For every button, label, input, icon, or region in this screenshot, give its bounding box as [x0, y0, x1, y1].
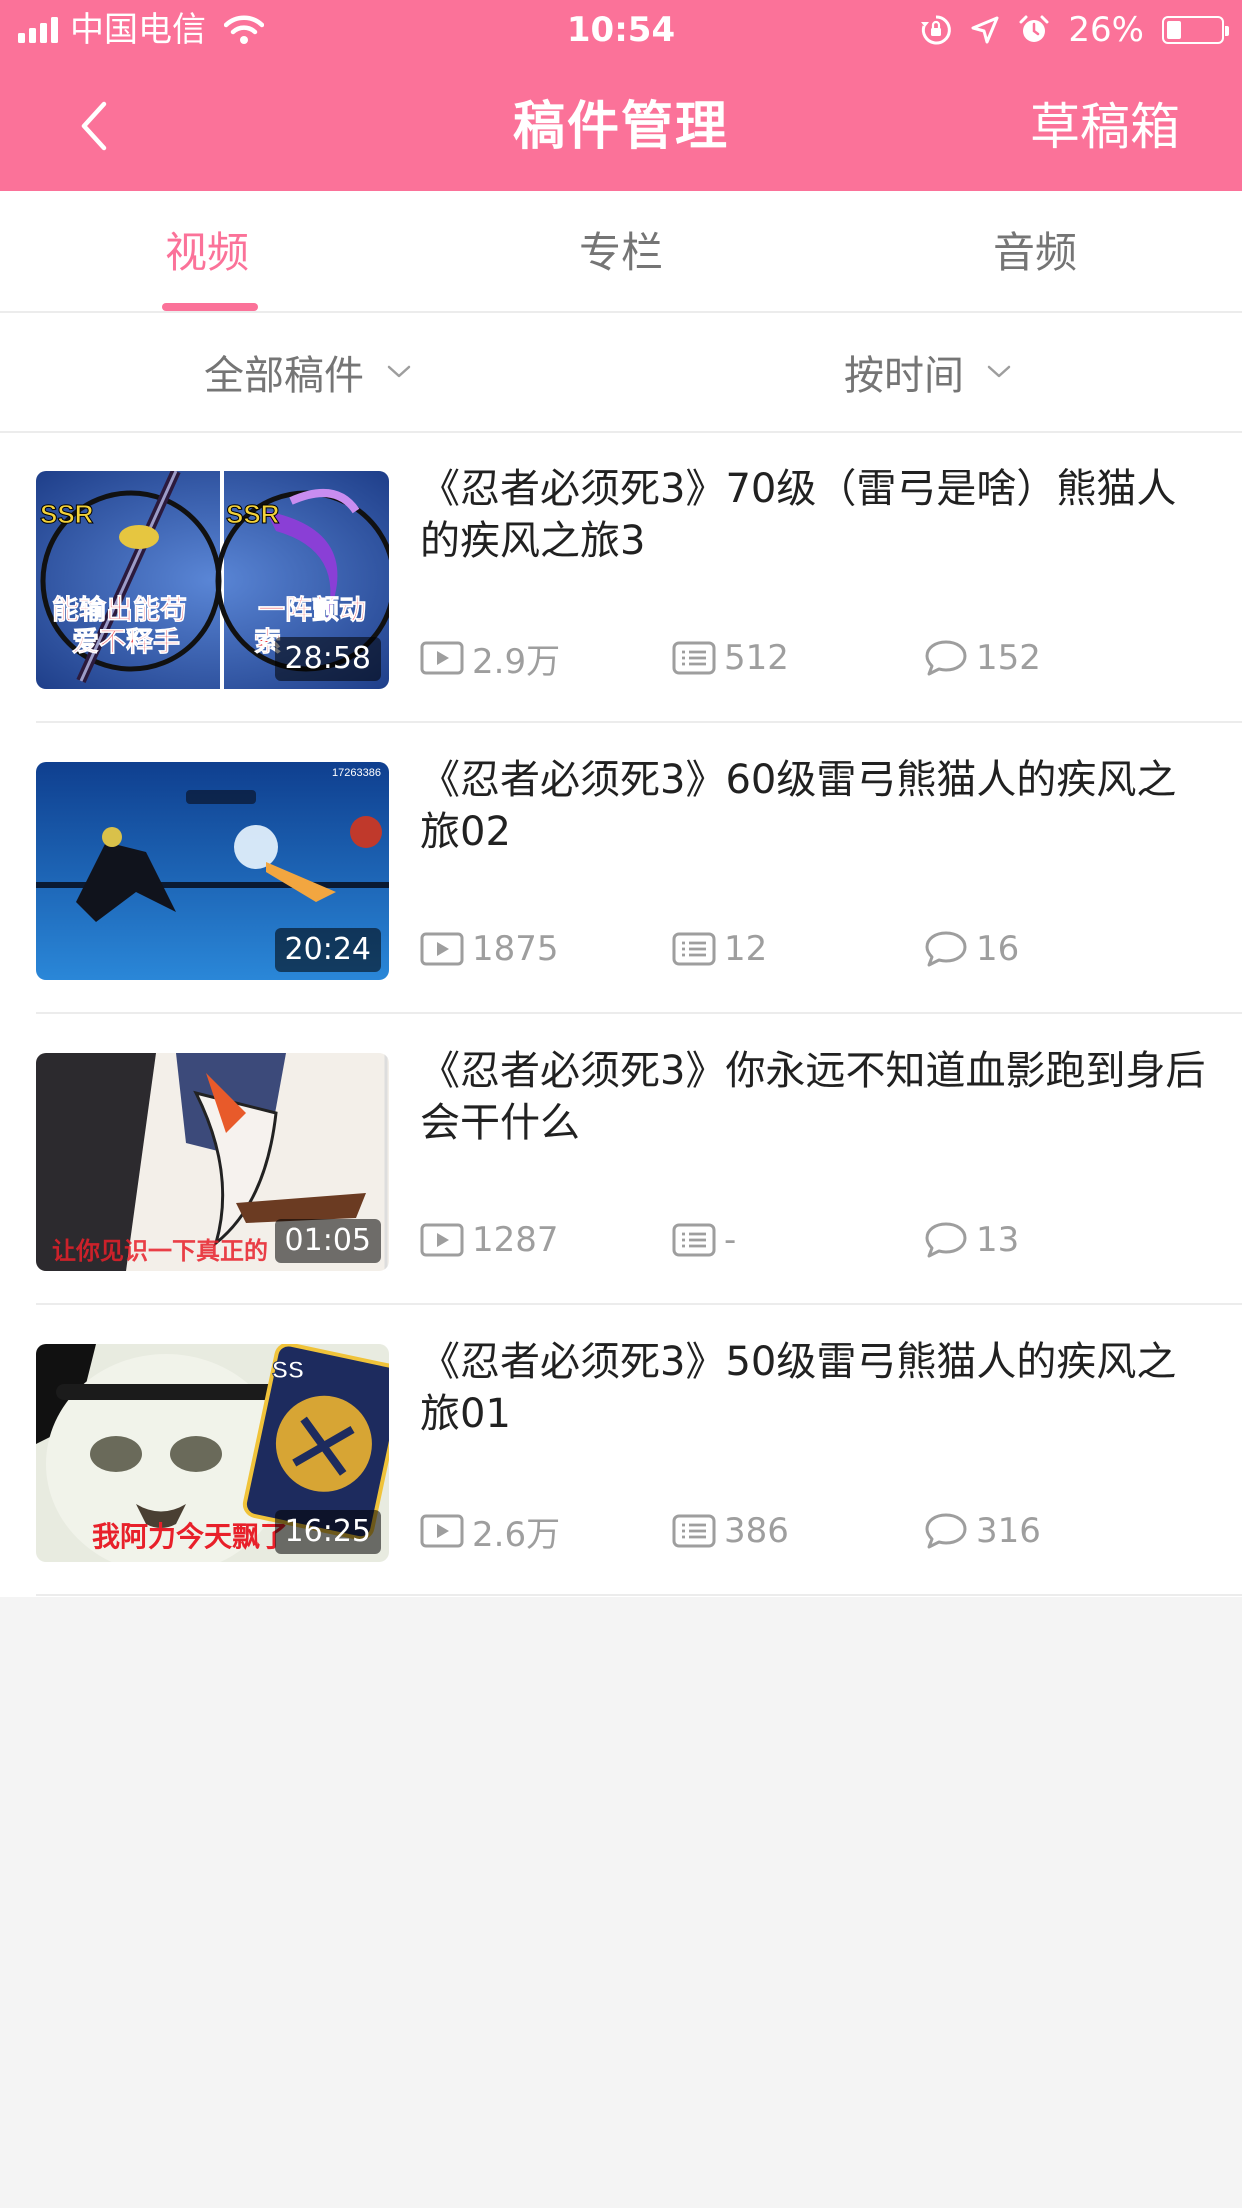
danmaku-stat: -	[672, 1215, 736, 1265]
comments-stat: 316	[924, 1506, 1041, 1556]
views-stat: 2.9万	[420, 633, 560, 683]
list-divider	[36, 721, 1242, 723]
danmaku-icon	[672, 1514, 716, 1548]
comment-icon	[925, 1513, 967, 1549]
video-title[interactable]: 《忍者必须死3》70级（雷弓是啥）熊猫人的疾风之旅3	[420, 463, 1210, 567]
play-count-icon	[420, 1514, 464, 1548]
video-title[interactable]: 《忍者必须死3》50级雷弓熊猫人的疾风之旅01	[420, 1336, 1210, 1440]
video-title[interactable]: 《忍者必须死3》60级雷弓熊猫人的疾风之旅02	[420, 754, 1210, 858]
video-title[interactable]: 《忍者必须死3》你永远不知道血影跑到身后会干什么	[420, 1045, 1210, 1149]
danmaku-icon	[672, 932, 716, 966]
video-duration: 01:05	[274, 1219, 381, 1263]
sort-filter-label: 按时间	[844, 353, 964, 399]
views-stat: 1287	[420, 1215, 559, 1265]
list-divider	[36, 1594, 1242, 1596]
danmaku-count: -	[724, 1220, 737, 1260]
danmaku-stat: 12	[672, 924, 767, 974]
video-list: SSR SSR 能输出能苟 爱不释手 一阵颤动 索 28:58 《忍者必须死3》…	[0, 433, 1242, 1597]
thumb-badge: SSR	[226, 499, 280, 529]
video-duration: 16:25	[274, 1510, 381, 1554]
play-count-icon	[420, 641, 464, 675]
content-type-tabs: 视频 专栏 音频	[0, 191, 1242, 313]
danmaku-icon	[672, 1223, 716, 1257]
tab-column[interactable]: 专栏	[414, 191, 828, 311]
thumb-caption: 爱不释手	[72, 627, 180, 658]
battery-icon	[1162, 16, 1229, 44]
chevron-down-icon	[387, 365, 411, 378]
drafts-button[interactable]: 草稿箱	[1030, 92, 1180, 162]
video-list-item[interactable]: SS 我阿力今天飘了 16:25 《忍者必须死3》50级雷弓熊猫人的疾风之旅01…	[0, 1306, 1242, 1596]
danmaku-count: 512	[724, 638, 789, 678]
status-right: 26%	[920, 6, 1229, 54]
thumb-caption: 17263386	[332, 767, 381, 779]
location-arrow-icon	[971, 16, 999, 44]
thumb-badge: SSR	[40, 499, 94, 529]
views-stat: 1875	[420, 924, 559, 974]
views-count: 2.6万	[472, 1514, 561, 1555]
scope-filter-label: 全部稿件	[204, 353, 364, 399]
filter-bar: 全部稿件 按时间	[0, 313, 1242, 433]
video-duration: 28:58	[274, 637, 381, 681]
thumb-caption: 我阿力今天飘了	[92, 1520, 288, 1553]
sort-filter-dropdown[interactable]: 按时间	[844, 313, 1012, 431]
thumb-caption: 一阵颤动	[258, 594, 366, 626]
app-header: 中国电信 10:54 26% 稿件管理 草稿箱	[0, 0, 1242, 191]
danmaku-count: 12	[724, 929, 768, 969]
video-thumbnail[interactable]: SS 我阿力今天飘了 16:25	[36, 1344, 389, 1562]
video-duration: 20:24	[274, 928, 381, 972]
video-list-item[interactable]: 让你见识一下真正的 01:05 《忍者必须死3》你永远不知道血影跑到身后会干什么…	[0, 1015, 1242, 1305]
orientation-lock-icon	[921, 15, 952, 45]
video-thumbnail[interactable]: 17263386 20:24	[36, 762, 389, 980]
list-divider	[36, 1303, 1242, 1305]
comments-count: 152	[976, 638, 1041, 678]
alarm-icon	[1019, 15, 1049, 42]
danmaku-icon	[672, 641, 716, 675]
comment-icon	[925, 931, 967, 967]
views-count: 2.9万	[472, 641, 561, 682]
list-divider	[36, 1012, 1242, 1014]
video-stats: 2.6万 386 316	[420, 1506, 1210, 1556]
comment-icon	[925, 1222, 967, 1258]
video-thumbnail[interactable]: SSR SSR 能输出能苟 爱不释手 一阵颤动 索 28:58	[36, 471, 389, 689]
chevron-down-icon	[987, 365, 1011, 378]
comment-icon	[925, 640, 967, 676]
comments-stat: 13	[924, 1215, 1019, 1265]
views-count: 1287	[472, 1220, 559, 1260]
play-count-icon	[420, 1223, 464, 1257]
comments-count: 316	[976, 1511, 1041, 1551]
views-stat: 2.6万	[420, 1506, 560, 1556]
comments-count: 13	[976, 1220, 1020, 1260]
video-stats: 1875 12 16	[420, 924, 1210, 974]
comments-count: 16	[976, 929, 1020, 969]
active-tab-indicator	[162, 303, 258, 311]
scope-filter-dropdown[interactable]: 全部稿件	[204, 313, 412, 431]
danmaku-stat: 512	[672, 633, 789, 683]
tab-video[interactable]: 视频	[0, 191, 414, 311]
status-bar: 中国电信 10:54 26%	[0, 0, 1242, 60]
comments-stat: 152	[924, 633, 1041, 683]
thumb-caption: 让你见识一下真正的	[52, 1237, 268, 1265]
video-list-item[interactable]: SSR SSR 能输出能苟 爱不释手 一阵颤动 索 28:58 《忍者必须死3》…	[0, 433, 1242, 723]
video-stats: 1287 - 13	[420, 1215, 1210, 1265]
battery-percentage: 26%	[1068, 10, 1144, 50]
thumb-badge: SS	[272, 1357, 304, 1384]
tab-audio[interactable]: 音频	[828, 191, 1242, 311]
video-thumbnail[interactable]: 让你见识一下真正的 01:05	[36, 1053, 389, 1271]
video-list-item[interactable]: 17263386 20:24 《忍者必须死3》60级雷弓熊猫人的疾风之旅02 1…	[0, 724, 1242, 1014]
video-stats: 2.9万 512 152	[420, 633, 1210, 683]
play-count-icon	[420, 932, 464, 966]
views-count: 1875	[472, 929, 559, 969]
danmaku-stat: 386	[672, 1506, 789, 1556]
comments-stat: 16	[924, 924, 1019, 974]
danmaku-count: 386	[724, 1511, 789, 1551]
thumb-caption: 能输出能苟	[52, 594, 187, 626]
